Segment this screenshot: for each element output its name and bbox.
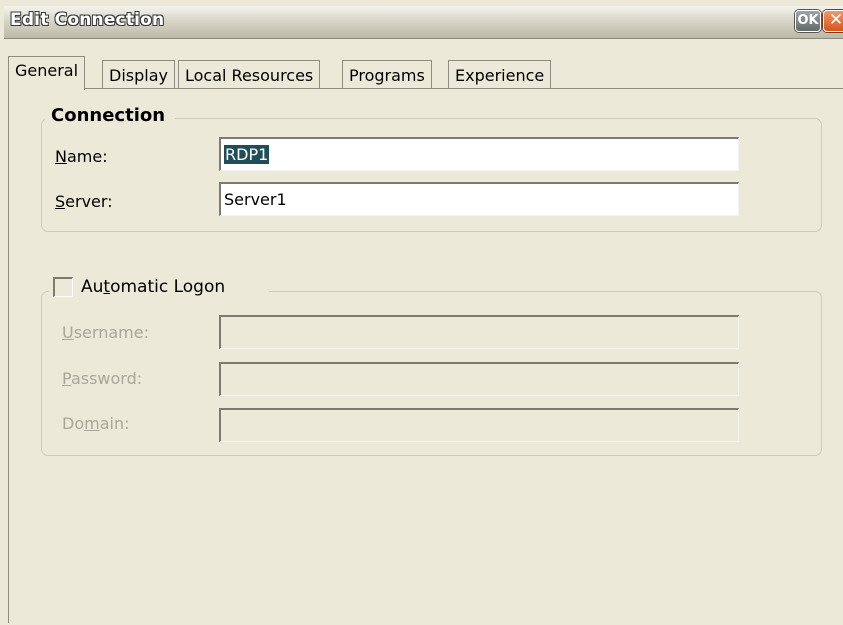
server-field[interactable]: Server1 [219,182,739,216]
name-field[interactable]: RDP1 [219,137,739,171]
name-label: Name: [55,147,108,166]
tab-panel-general: Connection Name: RDP1 Server: Server1 Au… [8,88,843,623]
ok-button[interactable]: OK [795,10,821,32]
domain-label: Domain: [62,414,130,433]
tab-display[interactable]: Display [102,60,175,88]
edit-connection-window: Edit Connection OK ✕ General Display Loc… [0,0,843,625]
connection-group-title: Connection [45,105,176,126]
server-label: Server: [55,192,113,211]
username-label: Username: [62,323,149,342]
username-field[interactable] [219,315,739,349]
automatic-logon-legend: Automatic Logon [49,275,269,301]
window-title: Edit Connection [10,10,165,30]
password-label: Password: [62,369,143,388]
tab-local-resources[interactable]: Local Resources [178,60,321,88]
tab-general[interactable]: General [8,56,86,90]
title-bar[interactable]: Edit Connection OK ✕ [4,6,843,39]
close-icon[interactable]: ✕ [823,10,843,32]
automatic-logon-label[interactable]: Automatic Logon [81,277,225,297]
domain-field[interactable] [219,408,739,442]
automatic-logon-checkbox[interactable] [53,277,73,297]
tab-experience[interactable]: Experience [448,60,552,88]
password-field[interactable] [219,362,739,396]
name-field-value: RDP1 [224,145,270,164]
tab-programs[interactable]: Programs [342,60,432,88]
tab-strip: General Display Local Resources Programs… [8,56,843,90]
